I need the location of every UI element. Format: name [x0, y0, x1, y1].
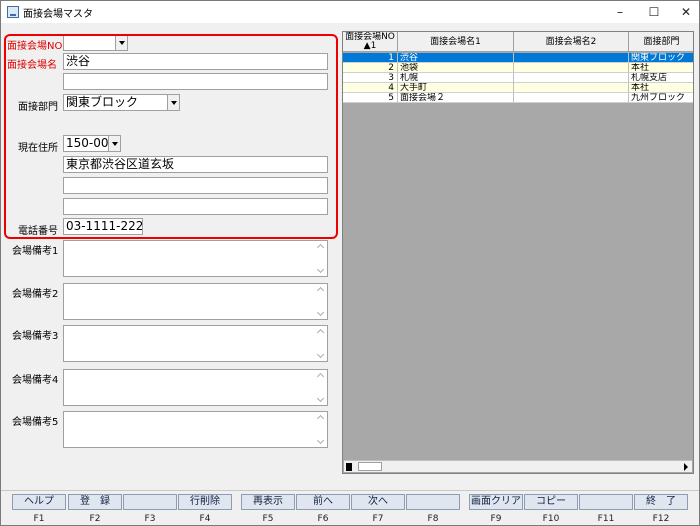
venue-grid[interactable]: 面接会場NO ▲1 面接会場名1 面接会場名2 面接部門 1 渋谷 関東ブロック 2 池… [342, 31, 694, 474]
note2-textarea[interactable] [63, 283, 328, 320]
fkey-button-f6[interactable]: 前へ [296, 494, 350, 510]
maximize-button[interactable]: ☐ [637, 2, 671, 22]
col-header-no[interactable]: 面接会場NO ▲1 [343, 32, 398, 52]
cell-no[interactable]: 1 [343, 53, 398, 63]
fkey-button-f2[interactable]: 登 録 [68, 494, 122, 510]
fkey-label-f12: F12 [652, 514, 670, 524]
note5-label: 会場備考5 [12, 417, 59, 428]
cell-dept[interactable]: 関東ブロック [629, 53, 693, 63]
fkey-label-f11: F11 [597, 514, 615, 524]
col-header-name2[interactable]: 面接会場名2 [514, 32, 629, 52]
cell-name1[interactable]: 大手町 [398, 83, 514, 93]
fkey-label-f8: F8 [427, 514, 439, 524]
fkey-button-f12[interactable]: 終 了 [634, 494, 688, 510]
note1-textarea[interactable] [63, 240, 328, 277]
cell-name1[interactable]: 渋谷 [398, 53, 514, 63]
cell-name1[interactable]: 札幌 [398, 73, 514, 83]
note4-textarea[interactable] [63, 369, 328, 406]
cell-name1[interactable]: 池袋 [398, 63, 514, 73]
table-row[interactable]: 3 札幌 札幌支店 [343, 73, 693, 83]
col-header-name1[interactable]: 面接会場名1 [398, 32, 514, 52]
table-row[interactable]: 5 面接会場２ 九州ブロック [343, 93, 693, 103]
sort-asc-icon: ▲1 [363, 41, 377, 51]
title-bar: 面接会場マスタ – ☐ ✕ [1, 1, 699, 23]
fkey-button-f10[interactable]: コピー [524, 494, 578, 510]
fkey-button-f7[interactable]: 次へ [351, 494, 405, 510]
divider [1, 490, 699, 491]
minimize-button[interactable]: – [603, 2, 637, 22]
table-row[interactable]: 1 渋谷 関東ブロック [343, 53, 693, 63]
close-button[interactable]: ✕ [669, 2, 700, 22]
cell-name2[interactable] [514, 63, 629, 73]
scrollbar[interactable] [316, 371, 326, 404]
cell-no[interactable]: 2 [343, 63, 398, 73]
scrollbar[interactable] [316, 242, 326, 275]
application-window: 面接会場マスタ – ☐ ✕ 面接会場NO 面接会場名 渋谷 面接部門 関東ブロッ… [0, 0, 700, 526]
fkey-button-f4[interactable]: 行削除 [178, 494, 232, 510]
cell-no[interactable]: 5 [343, 93, 398, 103]
cell-no[interactable]: 3 [343, 73, 398, 83]
highlight-box [4, 34, 338, 239]
fkey-button-f1[interactable]: ヘルプ [12, 494, 66, 510]
scroll-right-icon[interactable] [684, 463, 688, 471]
fkey-label-f9: F9 [490, 514, 502, 524]
fkey-label-f3: F3 [144, 514, 156, 524]
scrollbar[interactable] [316, 285, 326, 318]
fkey-button-f8[interactable] [406, 494, 460, 510]
cell-no[interactable]: 4 [343, 83, 398, 93]
scrollbar[interactable] [316, 413, 326, 446]
note5-textarea[interactable] [63, 411, 328, 448]
cell-name2[interactable] [514, 83, 629, 93]
cell-dept[interactable]: 九州ブロック [629, 93, 693, 103]
fkey-label-f1: F1 [33, 514, 45, 524]
fkey-button-f11[interactable] [579, 494, 633, 510]
fkey-label-f7: F7 [372, 514, 384, 524]
note1-label: 会場備考1 [12, 246, 59, 257]
scroll-thumb[interactable] [358, 462, 382, 471]
table-row[interactable]: 2 池袋 本社 [343, 63, 693, 73]
fkey-label-f4: F4 [199, 514, 211, 524]
fkey-button-f3[interactable] [123, 494, 177, 510]
app-icon [7, 6, 19, 18]
cell-name2[interactable] [514, 53, 629, 63]
table-row[interactable]: 4 大手町 本社 [343, 83, 693, 93]
fkey-label-f6: F6 [317, 514, 329, 524]
horizontal-scrollbar[interactable] [344, 460, 692, 472]
fkey-label-f10: F10 [542, 514, 560, 524]
scroll-left-icon[interactable] [346, 463, 352, 471]
note3-textarea[interactable] [63, 325, 328, 362]
note3-label: 会場備考3 [12, 331, 59, 342]
col-header-dept[interactable]: 面接部門 [629, 32, 693, 52]
note4-label: 会場備考4 [12, 375, 59, 386]
fkey-label-f2: F2 [89, 514, 101, 524]
cell-dept[interactable]: 本社 [629, 83, 693, 93]
cell-name1[interactable]: 面接会場２ [398, 93, 514, 103]
fkey-button-f5[interactable]: 再表示 [241, 494, 295, 510]
scrollbar[interactable] [316, 327, 326, 360]
cell-name2[interactable] [514, 73, 629, 83]
window-title: 面接会場マスタ [23, 9, 93, 20]
cell-dept[interactable]: 本社 [629, 63, 693, 73]
fkey-label-f5: F5 [262, 514, 274, 524]
cell-dept[interactable]: 札幌支店 [629, 73, 693, 83]
cell-name2[interactable] [514, 93, 629, 103]
note2-label: 会場備考2 [12, 289, 59, 300]
fkey-button-f9[interactable]: 画面クリア [469, 494, 523, 510]
